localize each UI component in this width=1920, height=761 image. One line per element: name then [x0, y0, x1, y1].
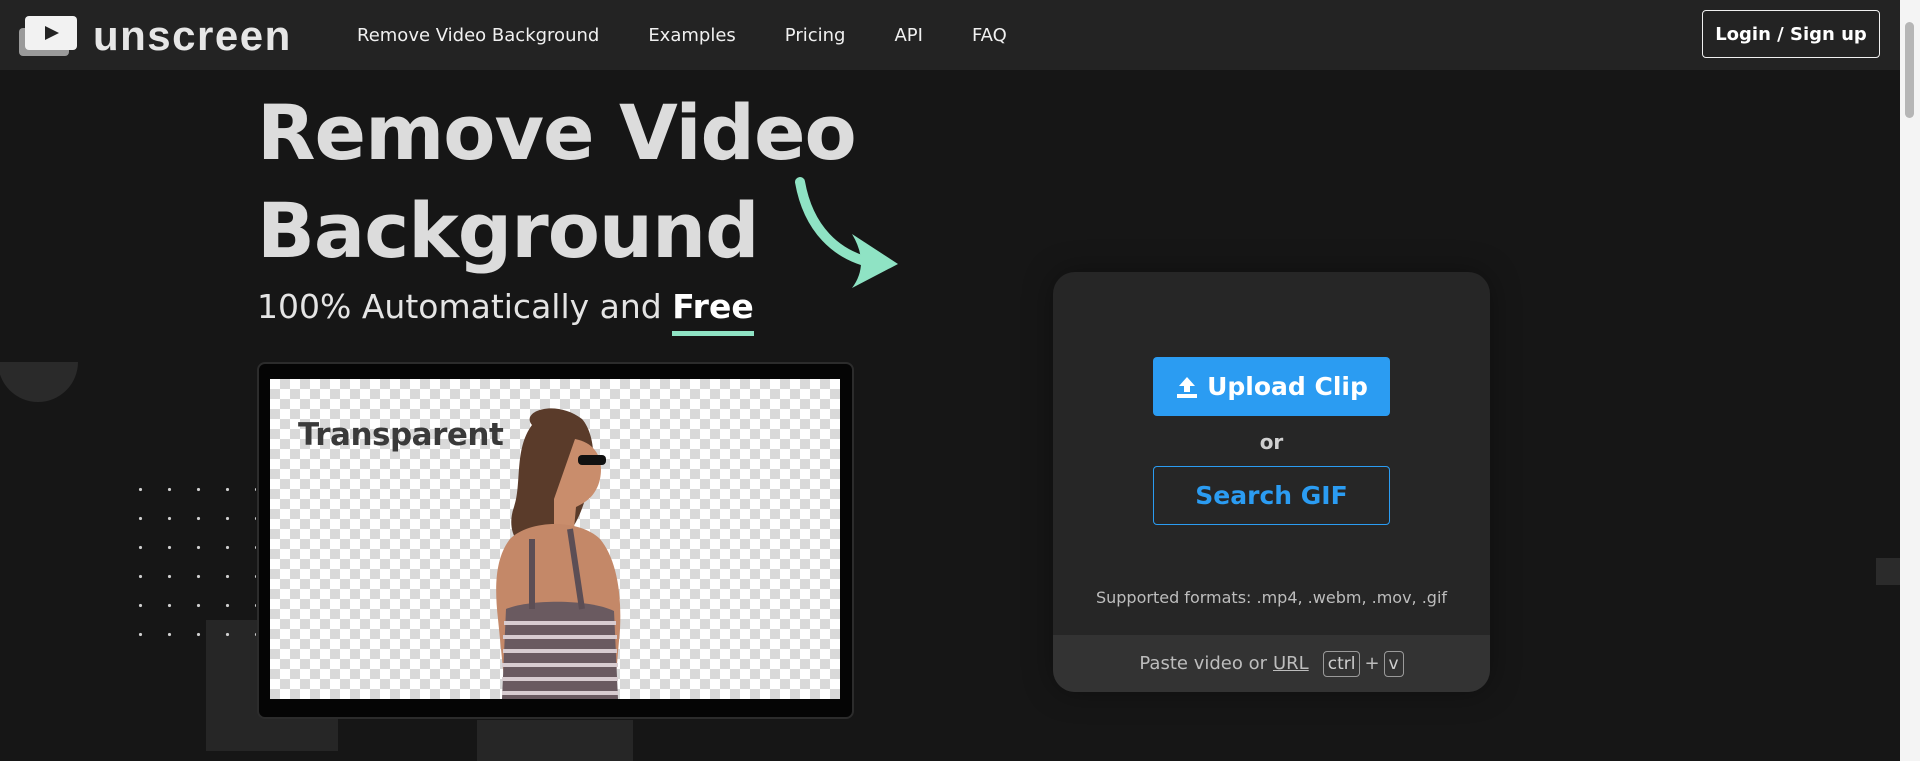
decorative-dot-grid [126, 475, 256, 660]
curved-arrow-icon [795, 177, 898, 288]
main-nav: Remove Video Background Examples Pricing… [357, 0, 1056, 70]
nav-item-remove-video-background[interactable]: Remove Video Background [357, 25, 599, 46]
upload-clip-button[interactable]: Upload Clip [1153, 357, 1390, 416]
woman-cutout-image [496, 408, 621, 699]
brand-name: unscreen [93, 12, 292, 59]
top-navigation-bar: unscreen Remove Video Background Example… [0, 0, 1900, 70]
decorative-half-circle [0, 362, 78, 402]
decorative-square [1876, 558, 1900, 585]
paste-bar: Paste video or URL ctrl + v [1053, 635, 1490, 692]
page-title: Remove Video Background [257, 84, 857, 280]
page-scrollbar[interactable] [1900, 0, 1920, 761]
play-icon [45, 26, 59, 40]
nav-item-examples[interactable]: Examples [648, 25, 735, 46]
page-title-line-2: Background [257, 186, 760, 275]
logo-icon [19, 16, 77, 56]
brand-logo[interactable]: unscreen [19, 12, 292, 59]
v-key-hint: v [1383, 650, 1404, 677]
transparent-preview-screen: Transparent [270, 379, 840, 699]
ctrl-key-hint: ctrl [1322, 650, 1361, 677]
subtitle-highlight-free: Free [672, 287, 754, 326]
subtitle-text: 100% Automatically and [257, 287, 662, 326]
search-gif-button[interactable]: Search GIF [1153, 466, 1390, 525]
hero-subtitle: 100% Automatically and Free [257, 287, 754, 326]
login-signup-button[interactable]: Login / Sign up [1702, 10, 1880, 58]
scrollbar-thumb[interactable] [1905, 22, 1914, 118]
upload-panel: Upload Clip or Search GIF Supported form… [1053, 272, 1490, 692]
page-title-line-1: Remove Video [257, 88, 857, 177]
paste-prefix-text: Paste video or [1139, 653, 1267, 674]
nav-item-faq[interactable]: FAQ [972, 25, 1007, 46]
upload-clip-label: Upload Clip [1207, 372, 1368, 401]
preview-monitor: Transparent [257, 362, 854, 719]
nav-item-pricing[interactable]: Pricing [785, 25, 846, 46]
nav-item-api[interactable]: API [894, 25, 922, 46]
or-separator: or [1259, 430, 1284, 454]
plus-sign: + [1364, 653, 1380, 674]
monitor-stand [477, 720, 633, 761]
supported-formats-text: Supported formats: .mp4, .webm, .mov, .g… [1095, 588, 1448, 607]
upload-icon [1177, 376, 1198, 398]
paste-url-link[interactable]: URL [1273, 653, 1309, 674]
